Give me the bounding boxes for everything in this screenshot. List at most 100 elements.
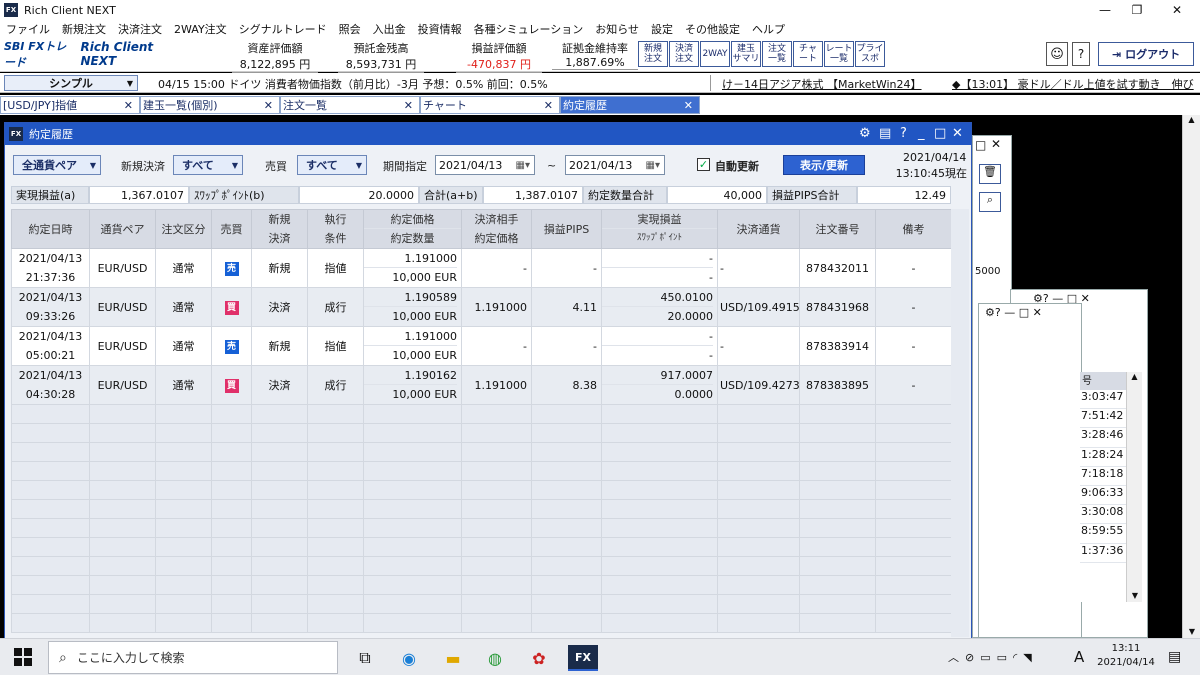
empty-cell [461, 442, 532, 462]
tray-icons[interactable]: ︿⊘▭▭◜◥ [948, 649, 1038, 665]
table-row[interactable]: 2021/04/13 21:37:36 EUR/USD 通常売新規 指値 1.191000… [11, 248, 952, 288]
col-pair[interactable]: 通貨ペア [89, 209, 156, 249]
close-button[interactable]: ✕ [952, 126, 963, 141]
toolbar-button[interactable]: 決済 注文 [669, 41, 699, 67]
menu-item[interactable]: 入出金 [373, 21, 406, 37]
empty-cell [717, 480, 800, 500]
calendar-icon[interactable]: ▦▾ [516, 160, 530, 171]
menu-item[interactable]: ヘルプ [752, 21, 785, 37]
news-ticker-1[interactable]: け－14日アジア株式 【MarketWin24】 [722, 76, 932, 92]
toolbar-button[interactable]: 2WAY [700, 41, 730, 67]
zoom-icon[interactable]: ⌕ [979, 192, 1001, 212]
clock[interactable]: 13:11 2021/04/14 [1094, 643, 1158, 668]
table-row[interactable]: 2021/04/13 09:33:26 EUR/USD 通常買決済 成行 1.190589… [11, 287, 952, 327]
empty-cell [601, 613, 718, 633]
date-to-input[interactable]: 2021/04/13 ▦▾ [565, 155, 665, 175]
tab[interactable]: [USD/JPY]指値 ✕ [0, 96, 140, 114]
col-exec[interactable]: 執行 条件 [307, 209, 364, 249]
close-icon[interactable]: ✕ [684, 99, 693, 112]
table-row[interactable]: 2021/04/13 04:30:28 EUR/USD 通常買決済 成行 1.190162… [11, 365, 952, 405]
tab[interactable]: 建玉一覧(個別) ✕ [140, 96, 280, 114]
robot-icon[interactable]: ☺ [1046, 42, 1068, 66]
logout-button[interactable]: ⇥ ログアウト [1098, 42, 1194, 66]
menu-item[interactable]: 決済注文 [118, 21, 162, 37]
minimize-button[interactable]: _ [918, 126, 925, 141]
menu-item[interactable]: 投資情報 [418, 21, 462, 37]
chevron-down-icon[interactable]: ▼ [1127, 591, 1143, 600]
close-icon[interactable]: ✕ [991, 137, 1001, 151]
tab[interactable]: チャート ✕ [420, 96, 560, 114]
empty-cell [363, 518, 462, 538]
close-button[interactable]: ✕ [1154, 0, 1200, 20]
auto-update-checkbox[interactable]: ✓ [697, 158, 710, 171]
menu-item[interactable]: ファイル [6, 21, 50, 37]
menu-item[interactable]: 設定 [651, 21, 673, 37]
toolbar-button[interactable]: 新規 注文 [638, 41, 668, 67]
col-realized[interactable]: 実現損益 ｽﾜｯﾌﾟﾎﾟｲﾝﾄ [601, 209, 718, 249]
tab[interactable]: 約定履歴 ✕ [560, 96, 700, 114]
close-icon[interactable]: ✕ [264, 99, 273, 112]
menu-item[interactable]: 新規注文 [62, 21, 106, 37]
chevron-up-icon[interactable]: ▲ [1183, 115, 1200, 124]
ime-indicator[interactable]: A [1074, 648, 1084, 666]
col-date[interactable]: 約定日時 [11, 209, 90, 249]
window-controls-3[interactable]: ⚙? — □ ✕ [985, 306, 1042, 319]
table-row[interactable]: 2021/04/13 05:00:21 EUR/USD 通常売新規 指値 1.191000… [11, 326, 952, 366]
maximize-button[interactable]: □ [934, 126, 946, 141]
tab[interactable]: 注文一覧 ✕ [280, 96, 420, 114]
trash-icon[interactable]: 🗑 [979, 164, 1001, 184]
close-icon[interactable]: ✕ [404, 99, 413, 112]
menu-item[interactable]: 各種シミュレーション [474, 21, 584, 37]
menu-item[interactable]: お知らせ [595, 21, 639, 37]
task-view-icon[interactable]: ⧉ [352, 645, 378, 671]
main-scrollbar[interactable]: ▲ ▼ [1182, 115, 1200, 638]
background-window-3[interactable]: ⚙? — □ ✕ [978, 303, 1082, 638]
chevron-up-icon[interactable]: ▲ [1127, 372, 1142, 381]
col-new-settle[interactable]: 新規 決済 [251, 209, 308, 249]
edge-browser-icon[interactable]: ◉ [396, 645, 422, 671]
col-order-type[interactable]: 注文区分 [155, 209, 212, 249]
col-price-qty[interactable]: 約定価格 約定数量 [363, 209, 462, 249]
col-side[interactable]: 売買 [211, 209, 252, 249]
empty-cell [11, 594, 90, 614]
col-pips[interactable]: 損益PIPS [531, 209, 602, 249]
file-explorer-icon[interactable]: ▬ [440, 645, 466, 671]
help-icon[interactable]: ? [900, 126, 907, 141]
col-settle-ccy[interactable]: 決済通貨 [717, 209, 800, 249]
toolbar-button[interactable]: 注文 一覧 [762, 41, 792, 67]
view-select[interactable]: シンプル ▼ [4, 75, 138, 91]
chevron-down-icon[interactable]: ▼ [1183, 627, 1200, 636]
toolbar-button[interactable]: 建玉 サマリ [731, 41, 761, 67]
currency-pair-select[interactable]: 全通貨ペア ▼ [13, 155, 101, 175]
menu-item[interactable]: シグナルトレード [239, 21, 327, 37]
toolbar-button[interactable]: レート 一覧 [824, 41, 854, 67]
help-icon[interactable]: ? [1072, 42, 1090, 66]
bg-scrollbar[interactable]: ▲ ▼ [1126, 372, 1142, 602]
maximize-icon[interactable]: □ [975, 138, 986, 152]
toolbar-button[interactable]: チャ ート [793, 41, 823, 67]
close-icon[interactable]: ✕ [544, 99, 553, 112]
menu-item[interactable]: 2WAY注文 [174, 21, 227, 37]
show-update-button[interactable]: 表示/更新 [783, 155, 865, 175]
fx-app-taskbar-icon[interactable]: FX [568, 645, 598, 671]
news-ticker-2[interactable]: ◆【13:01】 豪ドル／ドル上値を試す動き 伸び [952, 76, 1198, 92]
toolbar-button[interactable]: プライ スボ [855, 41, 885, 67]
col-order-no[interactable]: 注文番号 [799, 209, 876, 249]
taskbar-search-input[interactable]: ⌕ ここに入力して検索 [48, 641, 338, 674]
close-icon[interactable]: ✕ [124, 99, 133, 112]
calendar-icon[interactable]: ▦▾ [646, 160, 660, 171]
new-settle-select[interactable]: すべて ▼ [173, 155, 243, 175]
col-note[interactable]: 備考 [875, 209, 952, 249]
settings-icon[interactable]: ⚙ [859, 126, 871, 141]
date-from-input[interactable]: 2021/04/13 ▦▾ [435, 155, 535, 175]
menu-item[interactable]: その他設定 [685, 21, 740, 37]
col-counter[interactable]: 決済相手 約定価格 [461, 209, 532, 249]
app-icon-2[interactable]: ✿ [526, 645, 552, 671]
export-icon[interactable]: ▤ [879, 126, 891, 141]
notification-icon[interactable]: ▤ [1168, 649, 1181, 665]
chrome-icon[interactable]: ◍ [482, 645, 508, 671]
menu-item[interactable]: 照会 [339, 21, 361, 37]
windows-start-icon[interactable] [14, 648, 32, 666]
economic-indicator-ticker[interactable]: 04/15 15:00 ドイツ 消費者物価指数（前月比）-3月 予想：0.5% … [158, 76, 703, 92]
buysell-select[interactable]: すべて ▼ [297, 155, 367, 175]
